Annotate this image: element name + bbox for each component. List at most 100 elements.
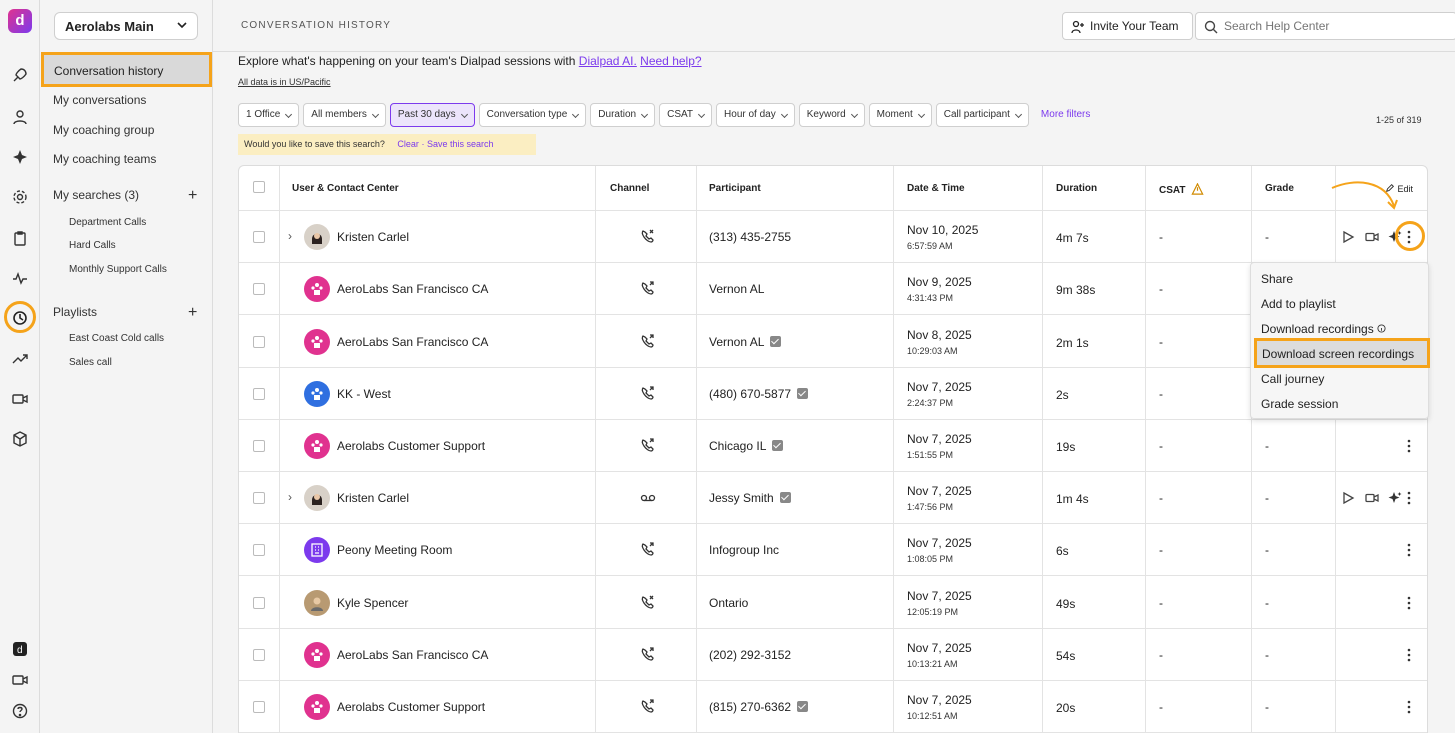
- menu-item-add-to-playlist[interactable]: Add to playlist: [1261, 297, 1336, 311]
- rocket-icon[interactable]: [8, 64, 32, 86]
- user-name[interactable]: Kristen Carlel: [337, 230, 409, 244]
- nav-item-my-coaching-teams[interactable]: My coaching teams: [53, 152, 156, 166]
- menu-item-download-screen-recordings[interactable]: Download screen recordings: [1254, 338, 1430, 368]
- more-options-kebab-icon[interactable]: [1407, 596, 1411, 610]
- filter-members[interactable]: All members: [303, 103, 386, 127]
- menu-item-grade-session[interactable]: Grade session: [1261, 397, 1338, 411]
- filter-conversation-type[interactable]: Conversation type: [478, 103, 587, 127]
- participant[interactable]: Vernon AL: [709, 282, 764, 296]
- participant[interactable]: Jessy Smith: [709, 491, 791, 505]
- column-date-time[interactable]: Date & Time: [907, 183, 965, 194]
- column-duration[interactable]: Duration: [1056, 183, 1097, 194]
- column-csat[interactable]: CSAT: [1159, 182, 1204, 196]
- menu-item-download-recordings[interactable]: Download recordings: [1261, 322, 1386, 336]
- participant[interactable]: Infogroup Inc: [709, 543, 779, 557]
- row-checkbox[interactable]: [253, 492, 265, 505]
- row-checkbox[interactable]: [253, 387, 265, 400]
- user-name[interactable]: AeroLabs San Francisco CA: [337, 335, 488, 349]
- need-help-link[interactable]: Need help?: [640, 54, 701, 68]
- more-options-kebab-icon[interactable]: [1407, 700, 1411, 714]
- saved-search-item[interactable]: Department Calls: [69, 217, 146, 228]
- row-checkbox[interactable]: [253, 700, 265, 713]
- user-name[interactable]: AeroLabs San Francisco CA: [337, 282, 488, 296]
- clipboard-icon[interactable]: [8, 227, 32, 249]
- column-participant[interactable]: Participant: [709, 183, 761, 194]
- more-options-kebab-icon[interactable]: [1407, 543, 1411, 557]
- user-name[interactable]: Kyle Spencer: [337, 596, 408, 610]
- playlist-item[interactable]: Sales call: [69, 357, 112, 368]
- nav-item-conversation-history[interactable]: Conversation history: [41, 52, 212, 87]
- gear-icon[interactable]: [8, 186, 32, 208]
- row-checkbox[interactable]: [253, 596, 265, 609]
- participant[interactable]: (202) 292-3152: [709, 648, 791, 662]
- more-options-kebab-icon[interactable]: [1407, 491, 1411, 505]
- playlist-item[interactable]: East Coast Cold calls: [69, 333, 164, 344]
- saved-search-item[interactable]: Hard Calls: [69, 240, 116, 251]
- filter-call-participant[interactable]: Call participant: [935, 103, 1029, 127]
- help-search-box[interactable]: [1195, 12, 1455, 40]
- ai-sparkle-icon[interactable]: [1388, 491, 1402, 505]
- dialpad-logo-icon[interactable]: d: [8, 9, 32, 33]
- invite-team-button[interactable]: Invite Your Team: [1062, 12, 1193, 40]
- expand-row-chevron-icon[interactable]: ›: [288, 490, 292, 504]
- table-row[interactable]: [239, 211, 1427, 264]
- user-name[interactable]: Kristen Carlel: [337, 491, 409, 505]
- row-checkbox[interactable]: [253, 283, 265, 296]
- user-name[interactable]: KK - West: [337, 387, 391, 401]
- help-search-input[interactable]: [1224, 19, 1444, 33]
- play-icon[interactable]: [1341, 491, 1355, 505]
- participant[interactable]: Chicago IL: [709, 439, 784, 453]
- user-name[interactable]: AeroLabs San Francisco CA: [337, 648, 488, 662]
- participant[interactable]: (815) 270-6362: [709, 700, 809, 714]
- filter-date-range[interactable]: Past 30 days: [389, 103, 475, 127]
- row-checkbox[interactable]: [253, 231, 265, 244]
- pulse-icon[interactable]: [8, 267, 32, 289]
- dialpad-ai-link[interactable]: Dialpad AI.: [579, 54, 637, 68]
- table-row[interactable]: [239, 576, 1427, 629]
- video-recording-icon[interactable]: [1365, 230, 1379, 244]
- more-filters-link[interactable]: More filters: [1033, 103, 1090, 127]
- play-icon[interactable]: [1341, 230, 1355, 244]
- trend-icon[interactable]: [8, 348, 32, 370]
- more-options-kebab-icon[interactable]: [1407, 439, 1411, 453]
- clear-search-link[interactable]: Clear: [397, 139, 419, 149]
- participant[interactable]: Ontario: [709, 596, 748, 610]
- row-checkbox[interactable]: [253, 335, 265, 348]
- column-channel[interactable]: Channel: [610, 183, 649, 194]
- column-user[interactable]: User & Contact Center: [292, 183, 399, 194]
- filter-office[interactable]: 1 Office: [238, 103, 300, 127]
- participant[interactable]: Vernon AL: [709, 335, 782, 349]
- nav-section-playlists[interactable]: Playlists: [53, 305, 97, 319]
- cube-icon[interactable]: [8, 428, 32, 450]
- user-icon[interactable]: [8, 106, 32, 128]
- row-checkbox[interactable]: [253, 439, 265, 452]
- video-icon[interactable]: [8, 388, 32, 410]
- row-checkbox[interactable]: [253, 544, 265, 557]
- column-grade[interactable]: Grade: [1265, 183, 1294, 194]
- user-name[interactable]: Aerolabs Customer Support: [337, 439, 485, 453]
- user-name[interactable]: Aerolabs Customer Support: [337, 700, 485, 714]
- more-options-kebab-icon[interactable]: [1407, 648, 1411, 662]
- user-name[interactable]: Peony Meeting Room: [337, 543, 452, 557]
- filter-keyword[interactable]: Keyword: [798, 103, 865, 127]
- row-checkbox[interactable]: [253, 648, 265, 661]
- camera-icon[interactable]: [8, 669, 32, 691]
- dialpad-icon[interactable]: d: [8, 638, 32, 660]
- menu-item-call-journey[interactable]: Call journey: [1261, 372, 1324, 386]
- nav-item-my-coaching-group[interactable]: My coaching group: [53, 123, 154, 137]
- sparkle-icon[interactable]: [8, 146, 32, 168]
- video-recording-icon[interactable]: [1365, 491, 1379, 505]
- add-playlist-plus-icon[interactable]: +: [188, 305, 197, 321]
- filter-csat[interactable]: CSAT: [659, 103, 713, 127]
- menu-item-share[interactable]: Share: [1261, 272, 1293, 286]
- participant[interactable]: (313) 435-2755: [709, 230, 791, 244]
- saved-search-item[interactable]: Monthly Support Calls: [69, 264, 167, 275]
- workspace-select[interactable]: Aerolabs Main: [54, 12, 198, 40]
- table-row[interactable]: [239, 472, 1427, 525]
- nav-item-my-conversations[interactable]: My conversations: [53, 93, 146, 107]
- nav-section-my-searches[interactable]: My searches (3): [53, 188, 139, 202]
- filter-moment[interactable]: Moment: [868, 103, 932, 127]
- expand-row-chevron-icon[interactable]: ›: [288, 229, 292, 243]
- participant[interactable]: (480) 670-5877: [709, 387, 809, 401]
- filter-duration[interactable]: Duration: [590, 103, 656, 127]
